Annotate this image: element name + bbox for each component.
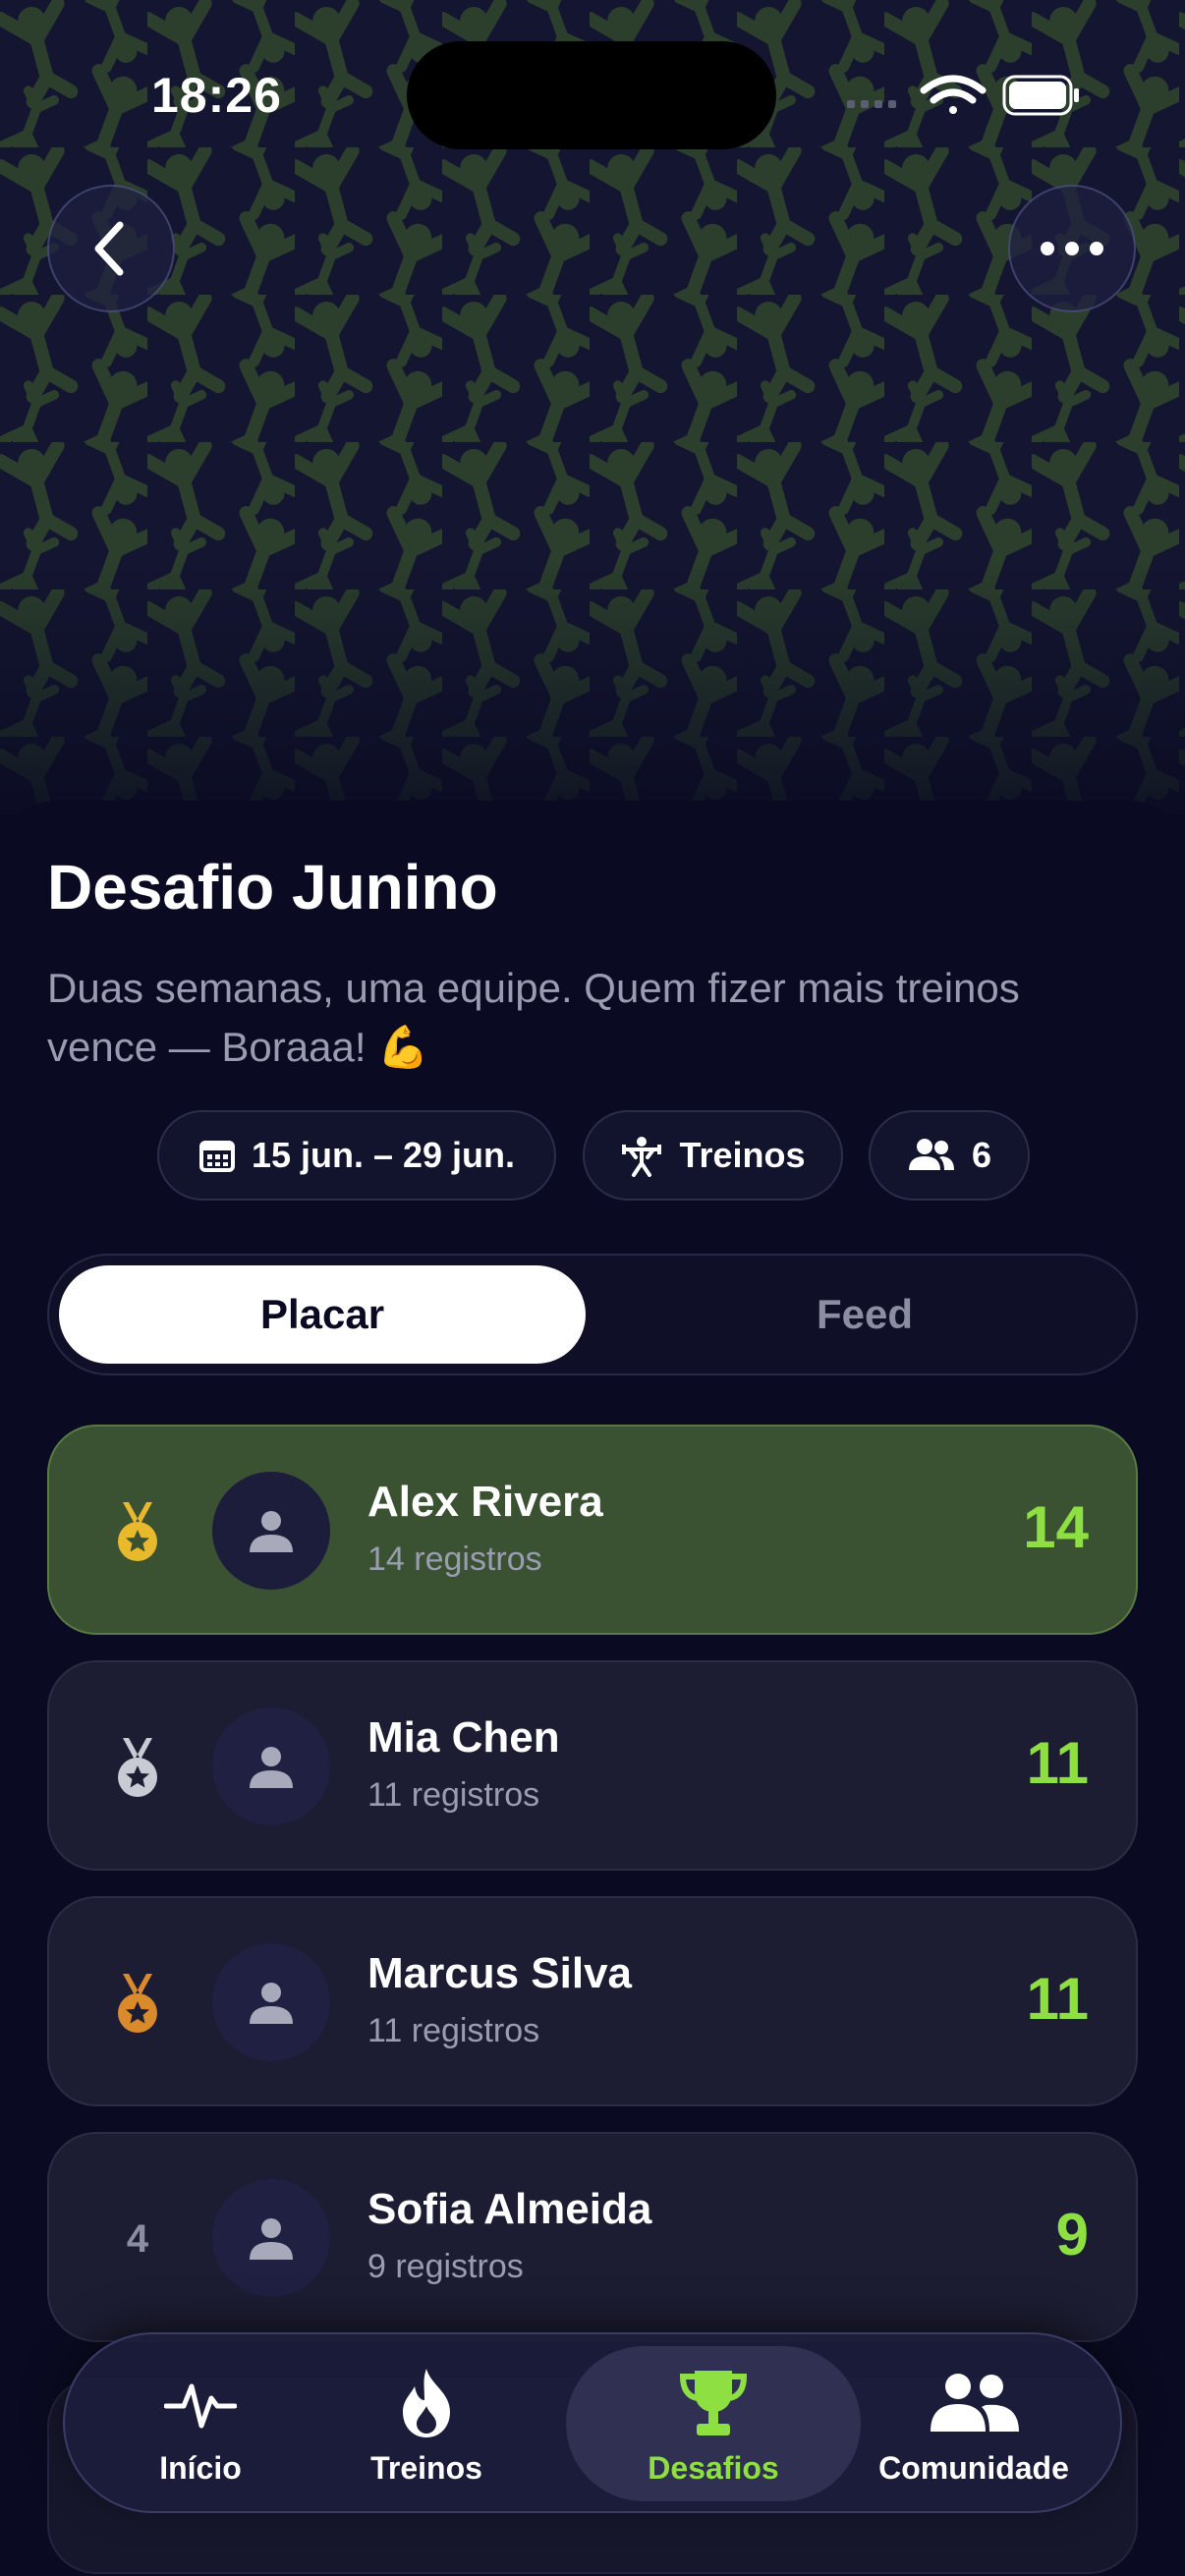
challenge-type-chip[interactable]: Treinos (583, 1110, 843, 1201)
people-icon (908, 1139, 954, 1170)
leaderboard-row[interactable]: Mia Chen 11 registros 11 (47, 1660, 1138, 1871)
participant-name: Mia Chen (367, 1713, 560, 1762)
leaderboard-row[interactable]: Marcus Silva 11 registros 11 (47, 1896, 1138, 2106)
participant-score: 9 (1055, 2202, 1089, 2268)
bottom-tab-bar: Início Treinos Desafios Comunidade (63, 2332, 1122, 2513)
leaderboard-row[interactable]: 4 Sofia Almeida 9 registros 9 (47, 2132, 1138, 2342)
tab-challenges-label: Desafios (648, 2449, 779, 2486)
person-icon (250, 1747, 293, 1788)
participants-count: 6 (971, 1135, 992, 1175)
person-icon (250, 1983, 293, 2024)
more-options-button[interactable] (1008, 185, 1136, 312)
tab-workouts[interactable]: Treinos (318, 2346, 535, 2501)
participant-entries: 11 registros (367, 1776, 540, 1814)
people-icon (931, 2373, 1019, 2432)
avatar[interactable] (212, 2179, 330, 2297)
leaderboard-row[interactable]: Alex Rivera 14 registros 14 (47, 1425, 1138, 1635)
chevron-left-icon (94, 221, 124, 276)
avatar[interactable] (212, 1708, 330, 1825)
participant-name: Sofia Almeida (367, 2185, 652, 2233)
weightlifter-icon (622, 1137, 662, 1177)
tab-leaderboard[interactable]: Placar (59, 1265, 586, 1364)
tab-community-label: Comunidade (878, 2449, 1069, 2486)
status-time: 18:26 (151, 68, 282, 123)
date-range-chip[interactable]: 15 jun. – 29 jun. (157, 1110, 556, 1201)
trophy-icon (679, 2370, 748, 2436)
status-indicators (847, 71, 1083, 120)
gold-medal-icon (110, 1497, 165, 1566)
dynamic-island (407, 41, 776, 149)
flame-icon (403, 2368, 450, 2437)
challenge-title: Desafio Junino (47, 852, 498, 923)
participant-entries: 14 registros (367, 1540, 542, 1578)
view-tabs: Placar Feed (47, 1254, 1138, 1375)
rank-number: 4 (126, 2216, 149, 2261)
participant-score: 11 (1026, 1730, 1089, 1796)
tab-workouts-label: Treinos (370, 2449, 482, 2486)
tab-challenges[interactable]: Desafios (566, 2346, 861, 2501)
heartbeat-icon (164, 2383, 237, 2428)
participant-score: 11 (1026, 1966, 1089, 2032)
battery-icon (1002, 75, 1079, 116)
avatar[interactable] (212, 1943, 330, 2061)
date-range-label: 15 jun. – 29 jun. (251, 1135, 516, 1175)
avatar[interactable] (212, 1472, 330, 1590)
back-button[interactable] (47, 185, 175, 312)
participant-name: Marcus Silva (367, 1949, 633, 1997)
tab-home-label: Início (159, 2449, 242, 2486)
participant-score: 14 (1023, 1494, 1089, 1560)
person-icon (250, 1511, 293, 1552)
ellipsis-icon (1041, 242, 1103, 255)
bronze-medal-icon (110, 1969, 165, 2038)
challenge-type-label: Treinos (679, 1135, 806, 1175)
tab-home[interactable]: Início (92, 2346, 309, 2501)
tab-community[interactable]: Comunidade (851, 2346, 1097, 2501)
calendar-icon (198, 1141, 235, 1172)
silver-medal-icon (110, 1733, 165, 1802)
participants-chip[interactable]: 6 (869, 1110, 1030, 1201)
challenge-info-chips: 15 jun. – 29 jun. Treinos 6 (0, 1110, 1185, 1204)
person-icon (250, 2218, 293, 2260)
challenge-description: Duas semanas, uma equipe. Quem fizer mai… (47, 965, 1020, 1070)
participant-entries: 9 registros (367, 2248, 524, 2285)
wifi-icon (920, 75, 987, 114)
participant-entries: 11 registros (367, 2012, 540, 2049)
cellular-icon (847, 100, 896, 108)
participant-name: Alex Rivera (367, 1478, 603, 1526)
tab-feed[interactable]: Feed (601, 1265, 1128, 1364)
